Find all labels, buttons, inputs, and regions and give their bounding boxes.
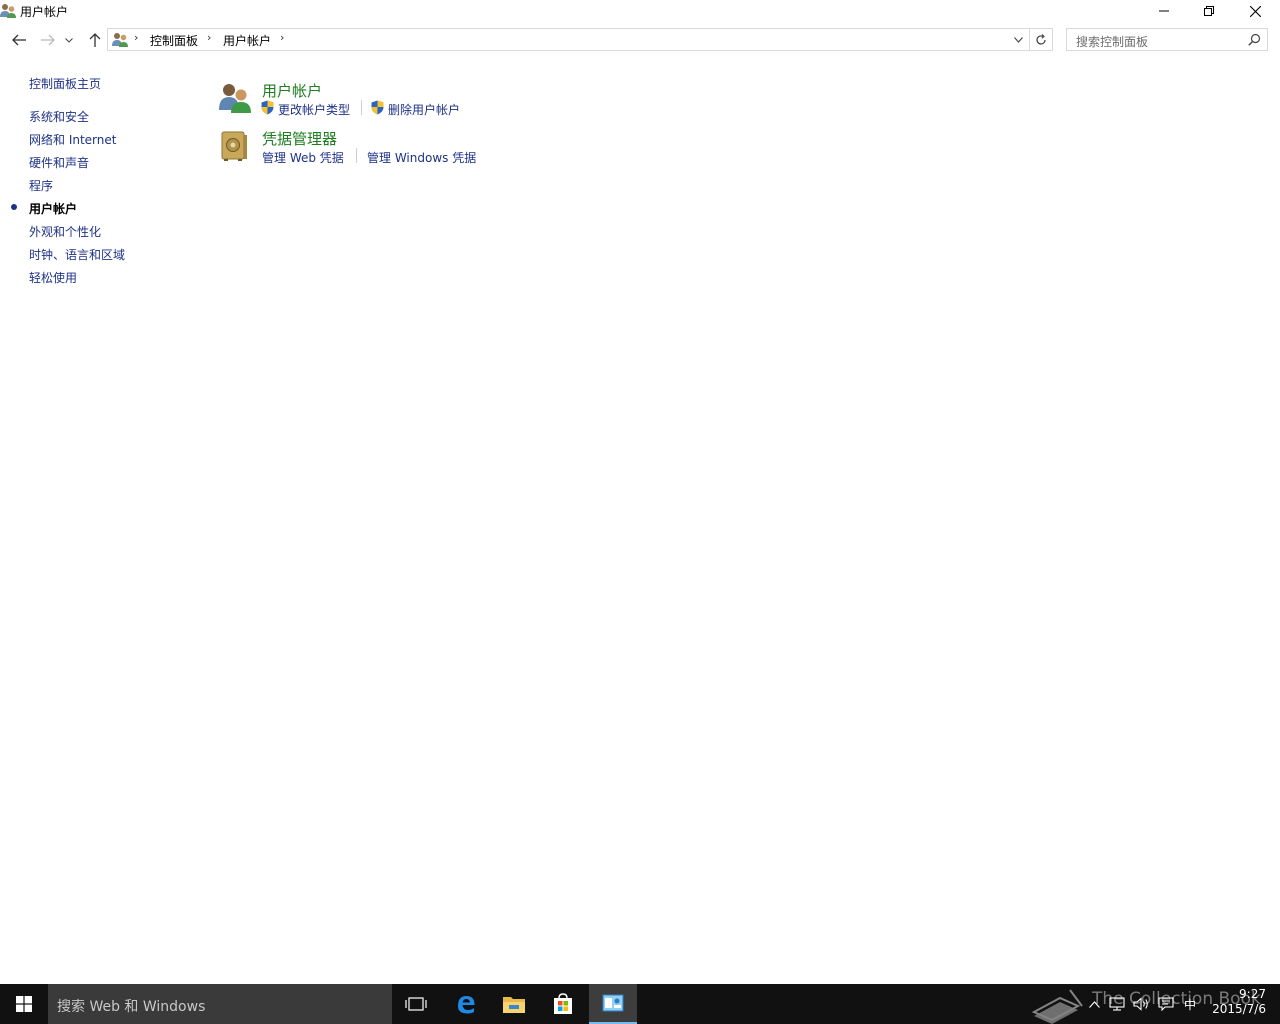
store-icon [554, 993, 572, 1014]
category-title-credential-manager[interactable]: 凭据管理器 [262, 128, 337, 149]
task-view-button[interactable] [392, 984, 440, 1024]
sidebar-item-hardware-sound[interactable]: 硬件和声音 [29, 154, 89, 171]
chevron-down-icon [1013, 36, 1023, 43]
taskbar: 搜索 Web 和 Windows The Collection Book 中 9… [0, 984, 1280, 1024]
breadcrumb-user-accounts[interactable]: 用户帐户 [223, 32, 271, 49]
chevron-right-icon[interactable]: › [134, 31, 138, 44]
clock-date: 2015/7/6 [1212, 1002, 1266, 1016]
sidebar-item-system-security[interactable]: 系统和安全 [29, 108, 89, 125]
breadcrumb-control-panel[interactable]: 控制面板 [150, 32, 198, 49]
vault-icon[interactable] [220, 130, 248, 162]
arrow-up-icon [89, 33, 101, 47]
book-logo-icon [1031, 989, 1083, 1024]
users-icon [0, 4, 16, 18]
search-placeholder[interactable]: 搜索控制面板 [1076, 33, 1148, 50]
task-view-icon [405, 997, 427, 1011]
network-button[interactable] [1106, 984, 1128, 1024]
manage-web-credentials-link[interactable]: 管理 Web 凭据 [262, 149, 344, 166]
chevron-down-icon [65, 37, 73, 43]
users-icon[interactable] [218, 82, 252, 114]
chevron-right-icon[interactable]: › [280, 31, 284, 44]
file-explorer-icon [503, 997, 525, 1013]
recent-locations-button[interactable] [62, 30, 76, 50]
uac-shield-icon [371, 100, 384, 115]
arrow-left-icon [12, 34, 26, 46]
users-icon [112, 33, 128, 47]
sidebar-item-programs[interactable]: 程序 [29, 177, 53, 194]
sidebar-item-appearance[interactable]: 外观和个性化 [29, 223, 101, 240]
chevron-right-icon[interactable]: › [207, 31, 211, 44]
change-account-type-link[interactable]: 更改帐户类型 [278, 101, 350, 118]
sidebar-item-ease-of-access[interactable]: 轻松使用 [29, 269, 77, 286]
close-button[interactable] [1232, 0, 1278, 22]
windows-logo-icon [16, 996, 32, 1012]
link-separator [361, 100, 362, 115]
volume-button[interactable] [1130, 984, 1152, 1024]
clock-time: 9:27 [1239, 987, 1266, 1001]
show-hidden-icons-button[interactable] [1084, 984, 1104, 1024]
control-panel-taskbar-button[interactable] [589, 984, 637, 1024]
forward-button[interactable] [38, 30, 58, 50]
taskbar-search-text[interactable]: 搜索 Web 和 Windows [57, 996, 205, 1016]
chevron-up-icon [1088, 1000, 1100, 1008]
refresh-icon [1036, 33, 1046, 45]
speaker-icon [1132, 997, 1148, 1011]
title-bar: 用户帐户 [0, 0, 1280, 22]
uac-shield-icon [261, 100, 274, 115]
taskbar-search-box[interactable]: 搜索 Web 和 Windows [48, 984, 392, 1024]
minimize-icon [1159, 10, 1169, 12]
manage-windows-credentials-link[interactable]: 管理 Windows 凭据 [367, 149, 476, 166]
arrow-right-icon [41, 34, 55, 46]
up-button[interactable] [85, 30, 105, 50]
delete-user-account-link[interactable]: 删除用户帐户 [388, 101, 460, 118]
address-bar[interactable]: › 控制面板 › 用户帐户 › [107, 28, 1053, 51]
category-title-user-accounts[interactable]: 用户帐户 [262, 80, 322, 101]
sidebar-item-user-accounts[interactable]: 用户帐户 [29, 200, 77, 217]
start-button[interactable] [0, 984, 48, 1024]
control-panel-home-link[interactable]: 控制面板主页 [29, 75, 101, 92]
edge-icon [458, 996, 475, 1014]
active-item-bullet [11, 204, 17, 210]
control-panel-icon [602, 994, 624, 1012]
minimize-button[interactable] [1141, 0, 1187, 22]
sidebar-item-network-internet[interactable]: 网络和 Internet [29, 131, 116, 148]
link-separator [356, 148, 357, 163]
restore-button[interactable] [1186, 0, 1232, 22]
restore-icon [1204, 6, 1214, 16]
edge-button[interactable] [442, 984, 490, 1024]
notification-icon [1158, 997, 1174, 1011]
network-icon [1109, 997, 1125, 1011]
refresh-button[interactable] [1029, 29, 1052, 50]
window-title: 用户帐户 [20, 5, 69, 19]
back-button[interactable] [9, 30, 29, 50]
store-button[interactable] [539, 984, 587, 1024]
address-history-button[interactable] [1009, 29, 1027, 50]
search-icon[interactable] [1248, 33, 1261, 46]
clock[interactable]: 9:27 2015/7/6 [1212, 987, 1266, 1017]
sidebar-item-clock-language-region[interactable]: 时钟、语言和区域 [29, 246, 125, 263]
ime-indicator[interactable]: 中 [1179, 984, 1201, 1024]
action-center-button[interactable] [1155, 984, 1177, 1024]
file-explorer-button[interactable] [490, 984, 538, 1024]
close-icon [1249, 5, 1261, 17]
search-box[interactable]: 搜索控制面板 [1066, 28, 1268, 51]
